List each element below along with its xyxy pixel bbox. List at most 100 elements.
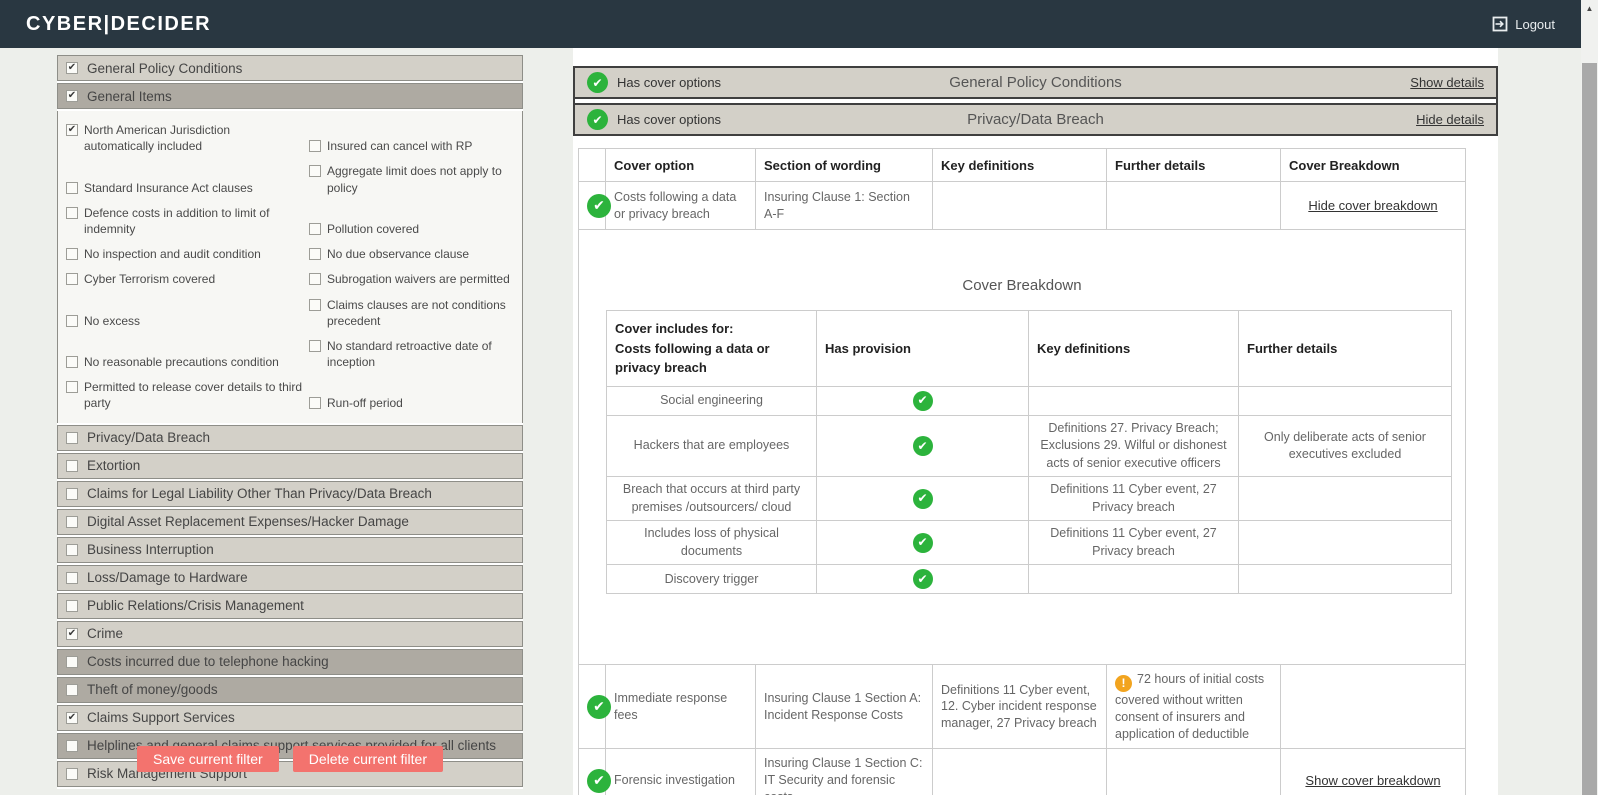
filter-option[interactable]: Insured can cancel with RP <box>309 138 514 154</box>
checkbox[interactable]: ✔ <box>66 124 78 136</box>
delete-filter-button[interactable]: Delete current filter <box>292 746 443 772</box>
checkbox[interactable] <box>66 543 78 556</box>
section-details-link[interactable]: Hide details <box>1416 112 1484 127</box>
has-cover-icon: ✔ <box>587 768 611 793</box>
filter-option[interactable]: No standard retroactive date of inceptio… <box>309 338 514 370</box>
checkbox[interactable] <box>66 381 78 394</box>
cover-breakdown-link[interactable]: Hide cover breakdown <box>1308 198 1437 213</box>
filter-option[interactable]: Defence costs in addition to limit of in… <box>66 205 309 237</box>
section-of-wording-cell: Insuring Clause 1 Section C: IT Security… <box>755 748 933 795</box>
checkbox[interactable] <box>66 487 78 500</box>
sidebar-group-item[interactable]: ✔ General Policy Conditions <box>57 55 523 81</box>
checkbox[interactable] <box>66 273 78 286</box>
checkbox[interactable] <box>66 314 78 327</box>
breakdown-table: Cover includes for: Costs following a dat… <box>606 310 1452 595</box>
checkbox[interactable] <box>66 248 78 261</box>
checkbox[interactable]: ✔ <box>66 627 78 640</box>
warning-icon: ! <box>1115 674 1132 692</box>
filter-option-label: Aggregate limit does not apply to policy <box>327 164 502 195</box>
sidebar-group-item[interactable]: ✔ Crime <box>57 620 523 647</box>
breakdown-key-definitions-cell <box>1028 564 1239 595</box>
logout-button[interactable]: Logout <box>1492 16 1555 32</box>
filter-option[interactable]: Aggregate limit does not apply to policy <box>309 163 514 195</box>
breakdown-item-cell: Breach that occurs at third party premis… <box>606 476 817 522</box>
filter-option[interactable]: Standard Insurance Act clauses <box>66 180 309 196</box>
cover-row-status-cell: ✔ <box>578 748 611 795</box>
cover-breakdown-cell <box>1280 664 1466 750</box>
has-cover-icon: ✔ <box>587 72 608 93</box>
sidebar-sub-item[interactable]: Theft of money/goods <box>57 676 523 703</box>
sidebar-item-label: Public Relations/Crisis Management <box>87 598 304 614</box>
checkbox[interactable] <box>66 206 78 219</box>
sidebar-group-item[interactable]: Claims for Legal Liability Other Than Pr… <box>57 480 523 507</box>
cover-table-header-cell: Cover option <box>605 148 756 182</box>
filter-option[interactable]: No due observance clause <box>309 246 514 262</box>
scrollbar-thumb[interactable] <box>1582 63 1597 795</box>
checkbox[interactable]: ✔ <box>66 90 78 102</box>
checkbox[interactable] <box>309 273 321 286</box>
filter-option-row: Defence costs in addition to limit of in… <box>66 205 514 237</box>
checkbox[interactable] <box>66 431 78 444</box>
filter-option[interactable]: Pollution covered <box>309 221 514 237</box>
filter-option[interactable]: Run-off period <box>309 395 514 411</box>
filter-option-label: Standard Insurance Act clauses <box>84 180 253 195</box>
checkbox[interactable] <box>66 515 78 528</box>
section-details-link[interactable]: Show details <box>1410 75 1484 90</box>
filter-option[interactable]: No inspection and audit condition <box>66 246 309 262</box>
filter-option[interactable]: ✔ North American Jurisdiction automatical… <box>66 122 309 154</box>
filter-sidebar: ✔ General Policy Conditions ✔ General Items… <box>57 55 523 789</box>
filter-option[interactable]: Subrogation waivers are permitted <box>309 271 514 287</box>
checkbox[interactable]: ✔ <box>66 711 78 724</box>
sidebar-sub-item[interactable]: Costs incurred due to telephone hacking <box>57 648 523 675</box>
checkbox[interactable] <box>309 165 321 178</box>
checkbox[interactable] <box>309 298 321 311</box>
breakdown-key-definitions-cell <box>1028 385 1239 416</box>
sidebar-group-item[interactable]: ✔ General Items <box>57 83 523 109</box>
has-provision-cell: ✔ <box>816 476 1029 522</box>
has-provision-cell: ✔ <box>816 385 1029 416</box>
checkbox[interactable] <box>309 339 321 352</box>
checkbox[interactable] <box>309 397 321 410</box>
save-filter-button[interactable]: Save current filter <box>137 746 279 772</box>
checkbox[interactable] <box>66 571 78 584</box>
filter-option[interactable]: No reasonable precautions condition <box>66 354 309 370</box>
cover-breakdown-link[interactable]: Show cover breakdown <box>1305 773 1440 788</box>
checkbox[interactable] <box>66 599 78 612</box>
filter-option[interactable]: No excess <box>66 313 309 329</box>
checkbox[interactable] <box>309 140 321 153</box>
breakdown-header-row: Cover includes for: Costs following a dat… <box>606 310 1452 387</box>
scrollbar-up-arrow[interactable]: ▲ <box>1581 0 1598 17</box>
checkbox[interactable] <box>66 655 78 668</box>
page-scrollbar[interactable]: ▲ <box>1581 0 1598 795</box>
filter-option[interactable]: Permitted to release cover details to th… <box>66 379 309 411</box>
sidebar-group-item[interactable]: Privacy/Data Breach <box>57 424 523 451</box>
sidebar-group-item[interactable]: Loss/Damage to Hardware <box>57 564 523 591</box>
checkbox[interactable] <box>66 683 78 696</box>
sidebar-item-label: Claims Support Services <box>87 710 235 726</box>
filter-option[interactable]: Claims clauses are not conditions preced… <box>309 297 514 329</box>
section-of-wording-cell: Insuring Clause 1 Section A: Incident Re… <box>755 664 933 750</box>
checkbox[interactable] <box>66 356 78 369</box>
checkbox[interactable] <box>309 222 321 235</box>
has-provision-cell: ✔ <box>816 564 1029 595</box>
checkbox[interactable] <box>309 248 321 261</box>
sidebar-group-item[interactable]: ✔ Claims Support Services <box>57 704 523 731</box>
cover-table-header-cell: Cover Breakdown <box>1280 148 1466 182</box>
sidebar-group-item[interactable]: Public Relations/Crisis Management <box>57 592 523 619</box>
breakdown-further-details-cell <box>1238 520 1452 566</box>
sidebar-group-item[interactable]: Extortion <box>57 452 523 479</box>
checkbox[interactable] <box>66 459 78 472</box>
sidebar-item-label: Extortion <box>87 458 141 474</box>
checkbox[interactable] <box>66 181 78 194</box>
has-cover-icon: ✔ <box>912 390 933 411</box>
cover-row-status-cell: ✔ <box>578 181 611 230</box>
filter-option-label: Pollution covered <box>327 221 420 236</box>
breakdown-header-cell: Cover includes for: Costs following a dat… <box>606 310 817 387</box>
filter-option-label: Run-off period <box>327 396 403 411</box>
checkbox[interactable]: ✔ <box>66 62 78 74</box>
filter-option[interactable]: Cyber Terrorism covered <box>66 271 309 287</box>
sidebar-group-item[interactable]: Digital Asset Replacement Expenses/Hacke… <box>57 508 523 535</box>
sidebar-group-item[interactable]: Business Interruption <box>57 536 523 563</box>
sidebar-item-label: Theft of money/goods <box>87 682 218 698</box>
filter-option-row: No reasonable precautions condition No st… <box>66 338 514 370</box>
